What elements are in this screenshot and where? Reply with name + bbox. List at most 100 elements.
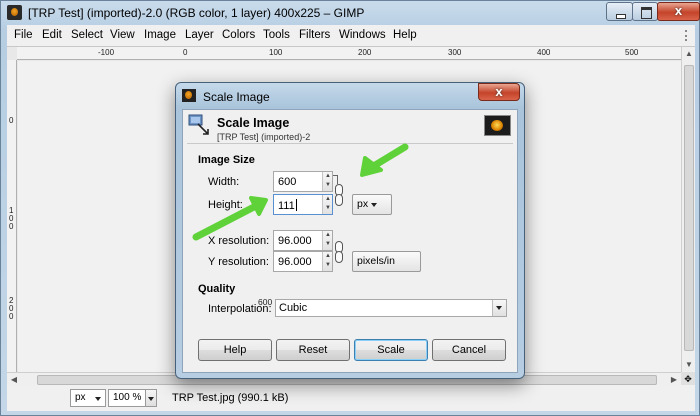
image-size-section-title: Image Size (198, 154, 255, 166)
resolution-unit-select[interactable]: pixels/in (352, 251, 421, 272)
y-resolution-label-text: Y resolution: (208, 256, 269, 268)
size-chain-button[interactable] (333, 175, 344, 213)
header-separator (187, 143, 513, 144)
width-spin-buttons[interactable]: ▲ ▼ (322, 172, 332, 191)
spin-down-icon[interactable]: ▼ (324, 240, 332, 249)
title-bar[interactable]: [TRP Test] (imported)-2.0 (RGB color, 1 … (1, 1, 700, 25)
dialog-title: Scale Image (203, 90, 270, 104)
zoom-dropdown-button[interactable] (145, 389, 157, 407)
maximize-button[interactable] (632, 2, 658, 21)
close-button[interactable]: x (657, 2, 700, 21)
spin-up-icon[interactable]: ▲ (324, 195, 332, 204)
chain-bracket-top (333, 175, 338, 184)
h-ruler-label: 0 (183, 48, 188, 57)
scale-image-icon (188, 114, 209, 135)
height-spin-buttons[interactable]: ▲ ▼ (322, 195, 332, 214)
spin-up-icon[interactable]: ▲ (324, 252, 332, 261)
v-ruler-label: 0 (9, 312, 14, 321)
navigate-icon[interactable]: ✥ (681, 372, 695, 386)
size-unit-value: px (357, 198, 369, 210)
dialog-title-bar[interactable]: Scale Image x (176, 83, 524, 109)
menu-tools[interactable]: Tools (263, 29, 290, 41)
spin-down-icon[interactable]: ▼ (324, 204, 332, 213)
chevron-down-icon (95, 397, 101, 401)
unit-selector-value: px (75, 392, 86, 403)
close-icon: x (495, 84, 503, 99)
scale-button[interactable]: Scale (354, 339, 428, 361)
scroll-down-icon[interactable]: ▼ (682, 358, 696, 372)
status-bar: px 100 % TRP Test.jpg (990.1 kB) (7, 385, 695, 411)
spin-up-icon[interactable]: ▲ (324, 172, 332, 181)
interpolation-select[interactable]: Cubic (275, 299, 507, 317)
width-field[interactable]: 600 ▲ ▼ (273, 171, 333, 192)
h-ruler-label: 200 (358, 48, 372, 57)
h-ruler-label: 400 (537, 48, 551, 57)
vertical-ruler[interactable]: 0 1 0 0 2 0 0 (7, 60, 17, 372)
v-ruler-label: 0 (9, 116, 14, 125)
spin-down-icon[interactable]: ▼ (324, 181, 332, 190)
x-resolution-spin-buttons[interactable]: ▲ ▼ (322, 231, 332, 250)
vertical-scroll-thumb[interactable] (684, 65, 694, 351)
dialog-content: Scale Image [TRP Test] (imported)-2 Imag… (182, 109, 518, 373)
gimp-app-icon (182, 89, 196, 102)
chevron-down-icon (371, 203, 377, 207)
x-resolution-label-text: X resolution: (208, 235, 270, 247)
height-field[interactable]: 111 ▲ ▼ (273, 194, 333, 215)
menu-image[interactable]: Image (144, 29, 176, 41)
dialog-close-button[interactable]: x (478, 83, 520, 101)
menu-layer[interactable]: Layer (185, 29, 214, 41)
x-resolution-label: X resolution: (208, 235, 269, 247)
menu-colors[interactable]: Colors (222, 29, 255, 41)
text-caret (295, 199, 297, 211)
quality-section-title: Quality (198, 283, 236, 295)
y-resolution-field[interactable]: 96.000 ▲ ▼ (273, 251, 333, 272)
y-resolution-spin-buttons[interactable]: ▲ ▼ (322, 252, 332, 271)
height-value: 111 (278, 200, 295, 212)
scroll-up-icon[interactable]: ▲ (682, 47, 696, 61)
resolution-unit-value: pixels/in (357, 255, 395, 267)
height-label: Height: (208, 199, 243, 211)
chain-link-icon (335, 251, 343, 263)
resolution-chain-button[interactable] (335, 235, 344, 269)
menu-help[interactable]: Help (393, 29, 417, 41)
menubar-grip (685, 30, 691, 41)
width-value: 600 (278, 176, 297, 188)
spin-down-icon[interactable]: ▼ (324, 261, 332, 270)
help-button[interactable]: Help (198, 339, 272, 361)
width-label: Width: (208, 176, 240, 188)
h-ruler-label: 500 (625, 48, 639, 57)
h-ruler-label: 300 (448, 48, 462, 57)
x-resolution-field[interactable]: 96.000 ▲ ▼ (273, 230, 333, 251)
status-file-info: TRP Test.jpg (990.1 kB) (172, 392, 289, 404)
interpolation-value: Cubic (279, 302, 308, 314)
menu-windows[interactable]: Windows (339, 29, 386, 41)
menu-edit[interactable]: Edit (42, 29, 62, 41)
image-thumbnail (484, 115, 511, 136)
h-ruler-label: -100 (98, 48, 115, 57)
size-unit-select[interactable]: px (352, 194, 392, 215)
menu-bar: File Edit Select View Image Layer Colors… (7, 25, 695, 46)
height-value-wrap: 111 (278, 199, 297, 212)
x-resolution-value: 96.000 (278, 235, 312, 247)
interpolation-dropdown-button[interactable] (492, 300, 506, 316)
minimize-button[interactable] (606, 2, 633, 21)
menu-filters[interactable]: Filters (299, 29, 330, 41)
cancel-button[interactable]: Cancel (432, 339, 506, 361)
dialog-header-subtitle: [TRP Test] (imported)-2 (217, 132, 311, 142)
window-title: [TRP Test] (imported)-2.0 (RGB color, 1 … (28, 6, 365, 20)
close-icon: x (674, 3, 683, 18)
vertical-scrollbar[interactable]: ▲ ▼ (681, 47, 695, 372)
chevron-down-icon (496, 306, 502, 310)
chain-link-icon (335, 194, 343, 206)
menu-file[interactable]: File (14, 29, 33, 41)
gimp-app-icon[interactable] (7, 5, 22, 20)
menu-view[interactable]: View (110, 29, 135, 41)
horizontal-ruler[interactable]: -100 0 100 200 300 400 500 (17, 47, 681, 60)
y-resolution-value: 96.000 (278, 256, 312, 268)
h-ruler-label: 100 (269, 48, 283, 57)
spin-up-icon[interactable]: ▲ (324, 231, 332, 240)
menu-select[interactable]: Select (71, 29, 103, 41)
chevron-down-icon (148, 397, 154, 401)
unit-selector[interactable]: px (70, 389, 106, 407)
reset-button[interactable]: Reset (276, 339, 350, 361)
